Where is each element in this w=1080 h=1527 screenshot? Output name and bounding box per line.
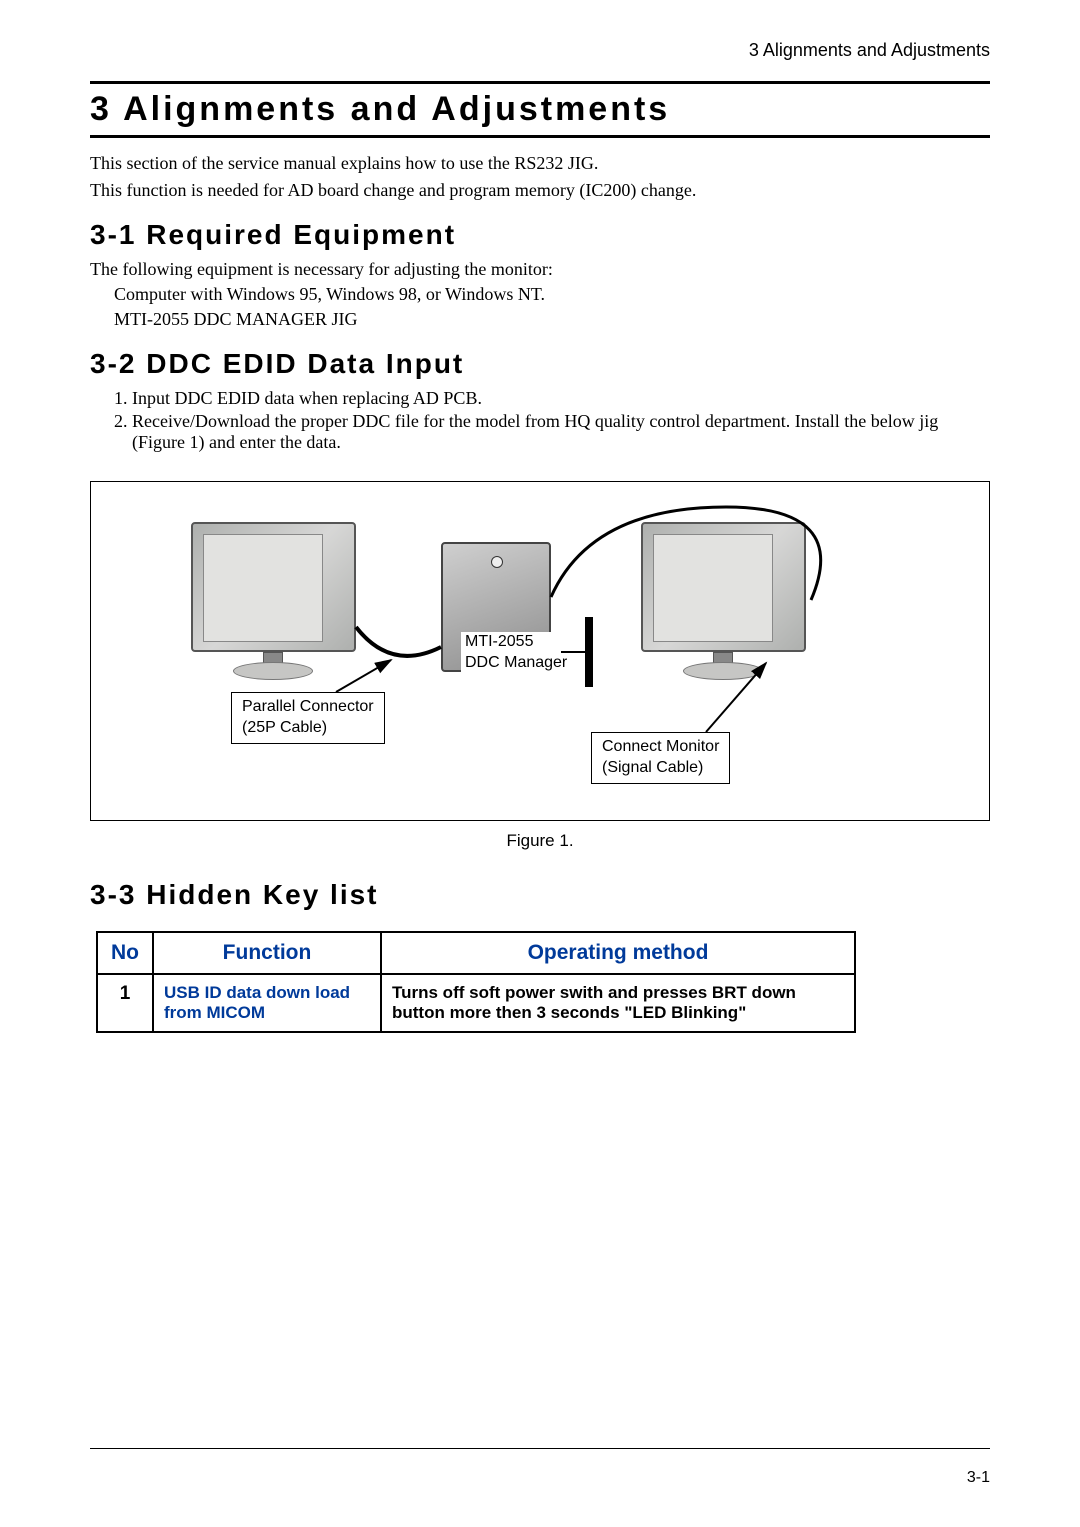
s31-item-2: MTI-2055 DDC MANAGER JIG — [114, 309, 990, 330]
figure-1-caption: Figure 1. — [90, 831, 990, 851]
th-method: Operating method — [381, 932, 855, 974]
cell-method-1: Turns off soft power swith and presses B… — [381, 974, 855, 1032]
intro-line-2: This function is needed for AD board cha… — [90, 179, 990, 202]
computer-monitor-icon — [191, 522, 356, 652]
s31-item-1: Computer with Windows 95, Windows 98, or… — [114, 284, 990, 305]
label-connect-monitor: Connect Monitor (Signal Cable) — [591, 732, 730, 784]
hidden-key-table: No Function Operating method 1 USB ID da… — [96, 931, 856, 1033]
s31-lead: The following equipment is necessary for… — [90, 259, 990, 280]
section-3-1-heading: 3-1 Required Equipment — [90, 219, 990, 251]
figure-1-frame: Parallel Connector (25P Cable) MTI-2055 … — [90, 481, 990, 821]
s32-step-1: Input DDC EDID data when replacing AD PC… — [132, 388, 990, 409]
running-head: 3 Alignments and Adjustments — [90, 40, 990, 61]
rule-top-1 — [90, 81, 990, 84]
s32-step-2: Receive/Download the proper DDC file for… — [132, 411, 990, 453]
label-signal-l2: (Signal Cable) — [602, 759, 703, 776]
target-monitor-icon — [641, 522, 806, 652]
th-function: Function — [153, 932, 381, 974]
intro-line-1: This section of the service manual expla… — [90, 152, 990, 175]
cell-function-1: USB ID data down load from MICOM — [153, 974, 381, 1032]
section-3-3-heading: 3-3 Hidden Key list — [90, 879, 990, 911]
table-row: 1 USB ID data down load from MICOM Turns… — [97, 974, 855, 1032]
s32-steps: Input DDC EDID data when replacing AD PC… — [90, 388, 990, 453]
label-parallel-connector: Parallel Connector (25P Cable) — [231, 692, 385, 744]
footer-rule — [90, 1448, 990, 1449]
page-title: 3 Alignments and Adjustments — [90, 90, 990, 129]
label-ddc-l1: MTI-2055 — [465, 633, 533, 650]
th-no: No — [97, 932, 153, 974]
rule-top-2 — [90, 135, 990, 138]
page-root: 3 Alignments and Adjustments 3 Alignment… — [0, 0, 1080, 1527]
cell-no-1: 1 — [97, 974, 153, 1032]
label-ddc-l2: DDC Manager — [465, 654, 567, 671]
label-signal-l1: Connect Monitor — [602, 738, 719, 755]
section-3-2-heading: 3-2 DDC EDID Data Input — [90, 348, 990, 380]
table-header-row: No Function Operating method — [97, 932, 855, 974]
label-ddc-manager: MTI-2055 DDC Manager — [461, 632, 571, 674]
label-parallel-l1: Parallel Connector — [242, 698, 374, 715]
page-number: 3-1 — [967, 1469, 990, 1487]
label-parallel-l2: (25P Cable) — [242, 719, 327, 736]
